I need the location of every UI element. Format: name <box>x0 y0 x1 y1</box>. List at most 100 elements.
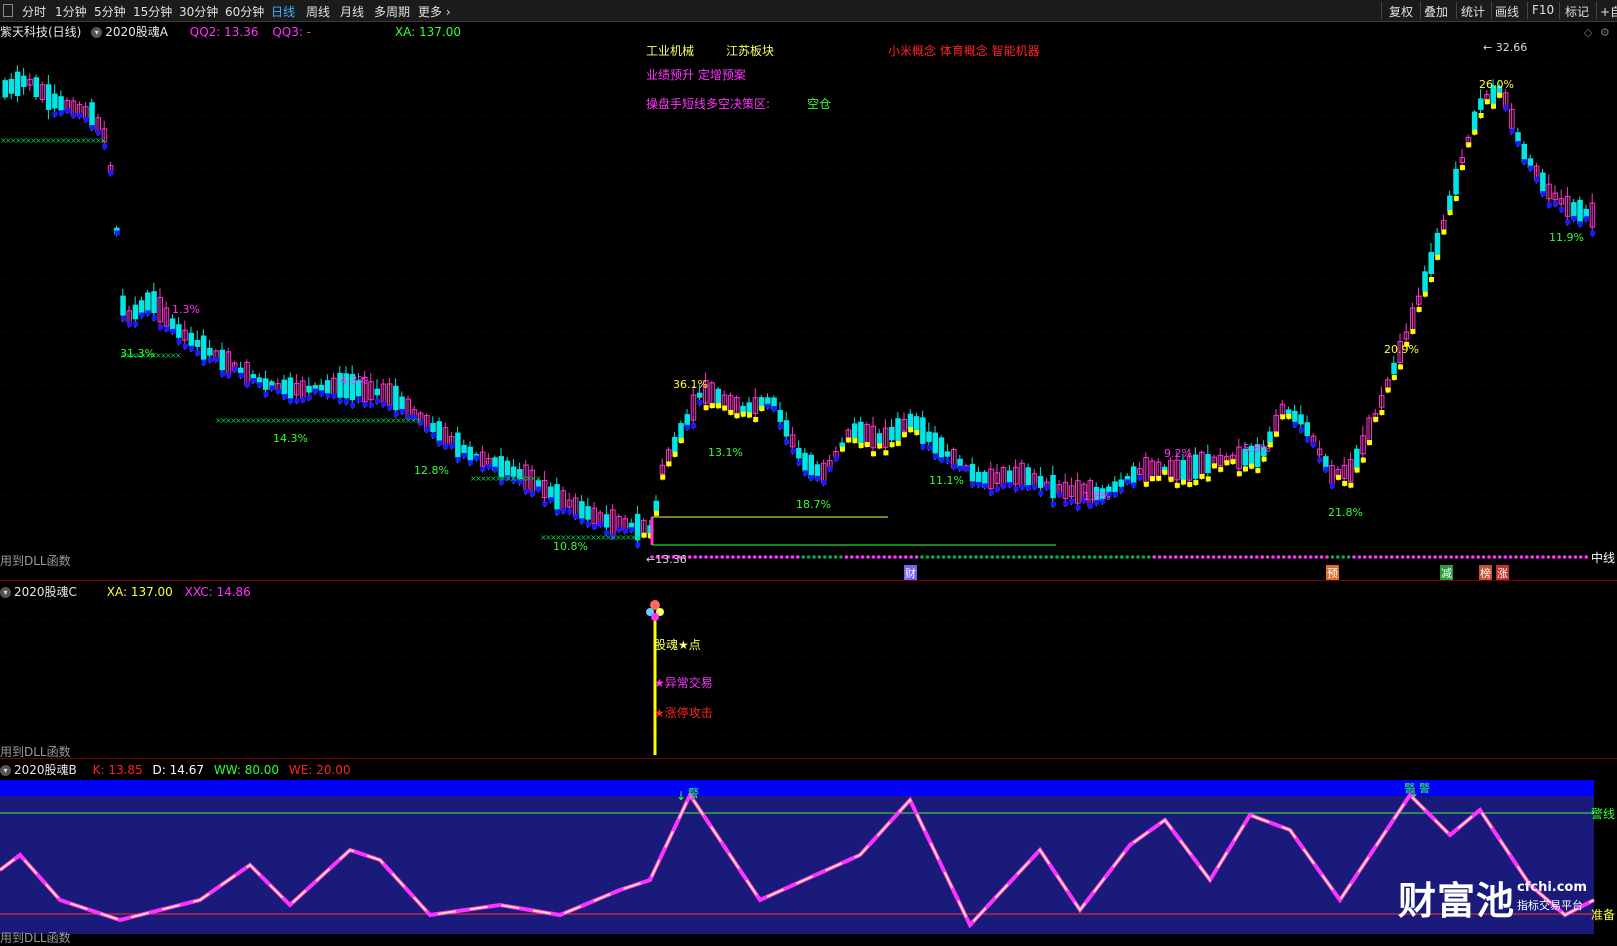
signal-dot <box>1417 555 1421 559</box>
trend-block <box>387 405 393 411</box>
settings-icon[interactable]: ⚙ <box>1600 26 1610 39</box>
trend-block <box>139 312 145 318</box>
candle-body <box>45 84 52 110</box>
signal-dot <box>1541 555 1545 559</box>
pane-b-d: D: 14.67 <box>152 763 204 777</box>
signal-dot <box>1352 555 1356 559</box>
trend-block <box>492 466 498 472</box>
signal-dot <box>1222 555 1227 559</box>
indicator-toggle-icon[interactable]: ▾ <box>0 587 11 598</box>
signal-dot <box>1044 555 1048 559</box>
trend-block <box>114 230 120 236</box>
trend-block <box>207 357 213 363</box>
percent-label: 10.8% <box>553 540 588 553</box>
signal-dot <box>1303 555 1308 559</box>
list-marker[interactable]: 榜 <box>1479 565 1492 581</box>
trend-block <box>914 430 920 436</box>
signal-dot <box>828 555 832 559</box>
percent-label: 9.2% <box>1164 447 1192 460</box>
trend-block <box>1044 484 1050 490</box>
trend-block <box>1491 103 1496 109</box>
trend-block <box>1305 436 1310 442</box>
trend-block <box>1057 491 1062 497</box>
signal-dot <box>1373 555 1378 559</box>
trend-block <box>294 398 300 404</box>
candle-body <box>194 339 201 347</box>
signal-dot <box>1217 555 1221 559</box>
trend-block <box>269 385 275 391</box>
trend-block <box>151 315 157 321</box>
trend-block <box>747 412 752 418</box>
forecast-marker[interactable]: 预 <box>1326 565 1339 581</box>
finance-marker[interactable]: 财 <box>904 565 917 581</box>
trend-block <box>871 451 876 457</box>
candle-body <box>138 300 145 315</box>
signal-dot <box>1071 555 1075 559</box>
trend-block <box>523 488 529 494</box>
indicator-name[interactable]: 2020股魂A <box>105 25 168 39</box>
percent-label: 18.7% <box>796 498 831 511</box>
candle-body <box>876 433 883 445</box>
signal-dot <box>1271 555 1275 559</box>
indicator-toggle-icon[interactable]: ▾ <box>91 27 103 38</box>
trend-block <box>1063 501 1069 507</box>
candle-body <box>145 292 151 314</box>
signal-dot <box>1093 555 1097 559</box>
diamond-icon[interactable]: ◇ <box>1584 26 1592 39</box>
signal-dot <box>1449 555 1453 559</box>
signal-dot <box>1147 555 1151 559</box>
trend-block <box>77 113 83 119</box>
candle-body <box>461 444 467 454</box>
trend-block <box>697 399 703 405</box>
trend-block <box>1199 473 1205 479</box>
signal-dot <box>693 555 697 559</box>
trend-block <box>1236 471 1242 477</box>
trend-block <box>1447 210 1453 216</box>
trend-block <box>1429 276 1434 282</box>
signal-dot <box>1384 555 1389 559</box>
candle-body <box>21 75 27 87</box>
signal-dot <box>1444 555 1448 559</box>
candle-body <box>1112 481 1118 493</box>
trend-block <box>1565 219 1571 225</box>
signal-dot <box>785 555 789 559</box>
signal-dot <box>1157 555 1162 559</box>
indicator-toggle-icon[interactable]: ▾ <box>0 765 11 776</box>
candle-body <box>455 432 461 458</box>
trend-block <box>1292 422 1298 428</box>
trend-block <box>1069 498 1075 504</box>
trend-block <box>313 388 318 394</box>
kline-chart[interactable]: ××××××××××××××××××××××××××××××××××××××××… <box>0 0 1617 942</box>
trend-block <box>902 432 907 438</box>
candle-body <box>603 514 610 528</box>
trend-block <box>1354 467 1360 473</box>
trend-block <box>1205 476 1211 482</box>
trend-block <box>443 443 449 449</box>
pane-b-indicator-name[interactable]: 2020股魂B <box>14 763 77 777</box>
signal-dot <box>1476 555 1480 559</box>
pane-c-indicator-name[interactable]: 2020股魂C <box>14 585 77 599</box>
signal-dot <box>1330 555 1335 559</box>
trend-block <box>1323 466 1329 472</box>
candle-body <box>783 420 790 437</box>
trend-block <box>988 490 994 496</box>
trend-block <box>573 514 579 520</box>
signal-dot <box>1152 555 1156 559</box>
trend-block <box>889 442 895 448</box>
candle-body <box>1453 168 1459 195</box>
trend-block <box>1230 459 1236 465</box>
reduce-marker[interactable]: 减 <box>1440 565 1453 581</box>
candle-body <box>52 93 58 109</box>
region-concept: 江苏板块 <box>726 44 775 58</box>
signal-dot <box>1206 555 1210 559</box>
signal-dot <box>1503 555 1507 559</box>
signal-dot <box>742 555 746 559</box>
trend-block <box>1453 195 1459 201</box>
trend-block <box>1075 505 1081 511</box>
signal-dot <box>1292 555 1297 559</box>
main-pane-header: 紫天科技(日线) ▾ 2020股魂A QQ2: 13.36 QQ3: - XA: … <box>0 23 461 40</box>
signal-dot <box>801 555 805 559</box>
signal-dot <box>1363 555 1367 559</box>
limit-up-marker[interactable]: 涨 <box>1496 565 1509 581</box>
trend-block <box>58 110 64 116</box>
